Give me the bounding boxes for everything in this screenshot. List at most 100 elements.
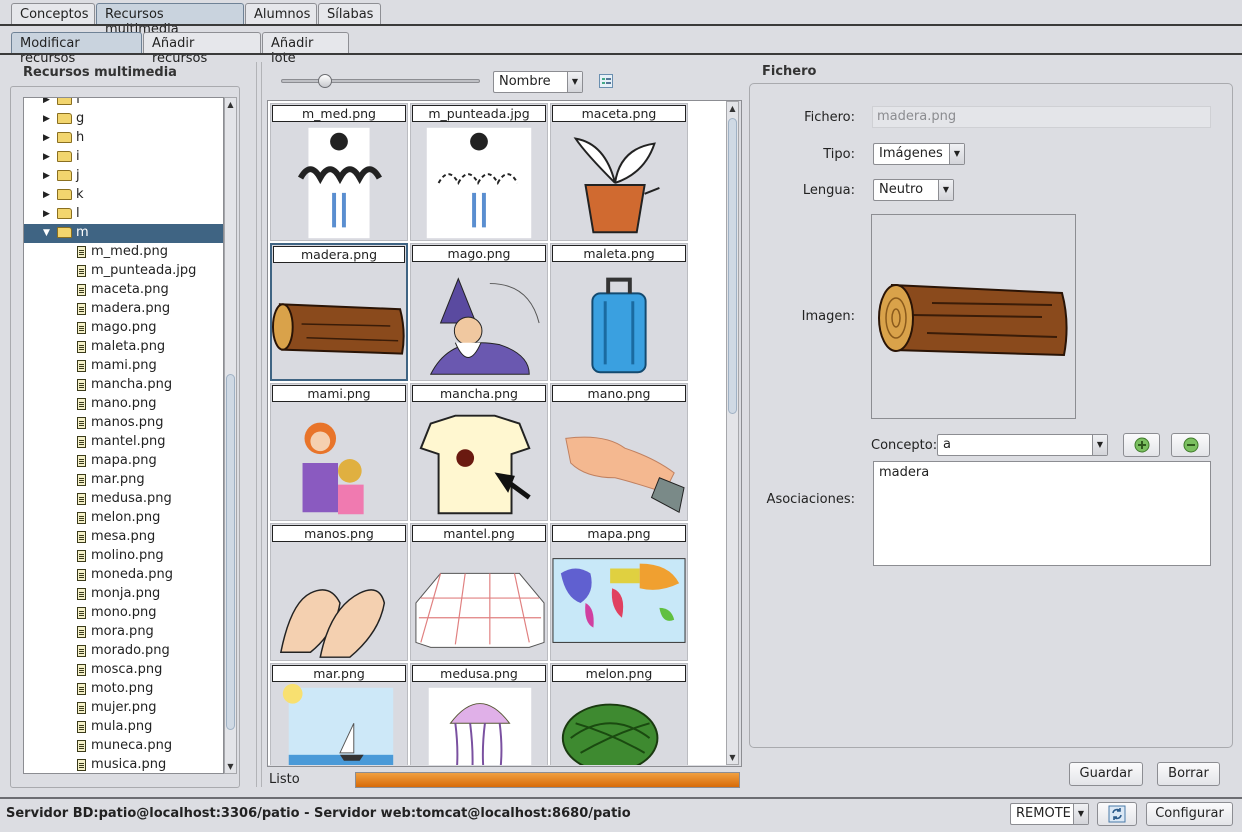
sort-select[interactable]: Nombre ▼ [493,71,583,93]
scroll-up-icon[interactable]: ▲ [727,102,738,115]
tree-file-label: musica.png [91,757,167,772]
tree-file[interactable]: mapa.png [24,452,223,471]
configurar-button[interactable]: Configurar [1146,802,1233,826]
plus-icon [1134,437,1149,453]
tree-file[interactable]: mora.png [24,623,223,642]
thumbnail-item[interactable]: medusa.png [410,663,548,765]
tree-file[interactable]: molino.png [24,547,223,566]
collapsed-arrow-icon[interactable]: ▶ [43,114,50,124]
tree-file[interactable]: morado.png [24,642,223,661]
thumbnail-item[interactable]: mago.png [410,243,548,381]
tree-file[interactable]: mosca.png [24,661,223,680]
collapsed-arrow-icon[interactable]: ▶ [43,209,50,219]
tab-anadir-lote[interactable]: Añadir lote [262,32,349,66]
concepto-select[interactable]: a ▼ [937,434,1108,456]
expanded-arrow-icon[interactable]: ▼ [43,228,50,238]
tree-folder-label: l [76,206,80,221]
collapsed-arrow-icon[interactable]: ▶ [43,133,50,143]
tree-file[interactable]: muneca.png [24,737,223,756]
tree-file[interactable]: mantel.png [24,433,223,452]
tree-file[interactable]: m_punteada.jpg [24,262,223,281]
tree-file[interactable]: madera.png [24,300,223,319]
tree-folder[interactable]: ▶ h [24,129,223,148]
tree-file[interactable]: mula.png [24,718,223,737]
collapsed-arrow-icon[interactable]: ▶ [43,98,50,105]
tree-file[interactable]: m_med.png [24,243,223,262]
collapsed-arrow-icon[interactable]: ▶ [43,152,50,162]
tree-folder[interactable]: ▼ m [24,224,223,243]
tree-folder[interactable]: ▶ l [24,205,223,224]
thumbnail-item[interactable]: mancha.png [410,383,548,521]
tab-recursos-multimedia[interactable]: Recursos multimedia [96,3,244,37]
tree-file[interactable]: musica.png [24,756,223,773]
scroll-down-icon[interactable]: ▼ [225,760,236,773]
thumbnail-item[interactable]: mantel.png [410,523,548,661]
tab-modificar-recursos[interactable]: Modificar recursos [11,32,142,66]
view-toggle-icon[interactable] [599,74,613,88]
thumbnail-item[interactable]: madera.png [270,243,408,381]
folder-icon [57,113,72,124]
thumbnail-image [551,123,687,240]
tree-folder[interactable]: ▶ f [24,98,223,110]
asociaciones-textarea[interactable]: madera [873,461,1211,566]
tree-file[interactable]: manos.png [24,414,223,433]
tree-scroll-thumb[interactable] [226,374,235,730]
zoom-slider-knob[interactable] [318,74,332,88]
tree-file[interactable]: medusa.png [24,490,223,509]
file-tree[interactable]: ▶ f ▶ g ▶ h ▶ i ▶ j ▶ k ▶ l ▼ m m_med.png m_punteada.jpg m… [23,97,224,774]
zoom-slider[interactable] [281,79,480,83]
tree-file[interactable]: monja.png [24,585,223,604]
thumbnail-item[interactable]: manos.png [270,523,408,661]
thumbnail-item[interactable]: m_punteada.jpg [410,103,548,241]
tab-alumnos[interactable]: Alumnos [245,3,317,25]
tree-file[interactable]: moneda.png [24,566,223,585]
tree-file[interactable]: melon.png [24,509,223,528]
scroll-down-icon[interactable]: ▼ [727,751,738,764]
borrar-button[interactable]: Borrar [1157,762,1220,786]
thumbnail-item[interactable]: mapa.png [550,523,688,661]
thumbnail-grid[interactable]: m_med.png m_punteada.jpg maceta.png madera.… [268,101,726,765]
tab-silabas[interactable]: Sílabas [318,3,381,25]
tree-file[interactable]: mesa.png [24,528,223,547]
tree-folder[interactable]: ▶ j [24,167,223,186]
tree-folder[interactable]: ▶ i [24,148,223,167]
remove-concept-button[interactable] [1171,433,1210,457]
scroll-up-icon[interactable]: ▲ [225,98,236,111]
thumbnail-item[interactable]: mami.png [270,383,408,521]
thumbnail-item[interactable]: m_med.png [270,103,408,241]
tree-file[interactable]: mano.png [24,395,223,414]
tree-scrollbar[interactable]: ▲ ▼ [224,97,237,774]
grid-scrollbar[interactable]: ▲ ▼ [726,101,739,765]
tree-file[interactable]: mono.png [24,604,223,623]
splitter[interactable] [256,62,262,787]
tree-file[interactable]: maceta.png [24,281,223,300]
tab-separator [0,24,1242,26]
tree-file[interactable]: moto.png [24,680,223,699]
collapsed-arrow-icon[interactable]: ▶ [43,171,50,181]
tree-file[interactable]: mami.png [24,357,223,376]
refresh-button[interactable] [1097,802,1137,826]
tree-file[interactable]: mago.png [24,319,223,338]
thumbnail-item[interactable]: maleta.png [550,243,688,381]
collapsed-arrow-icon[interactable]: ▶ [43,190,50,200]
grid-scroll-thumb[interactable] [728,118,737,414]
thumbnail-item[interactable]: mano.png [550,383,688,521]
add-concept-button[interactable] [1123,433,1160,457]
thumbnail-item[interactable]: mar.png [270,663,408,765]
mode-select[interactable]: REMOTE ▼ [1010,803,1089,825]
tree-file[interactable]: mujer.png [24,699,223,718]
thumbnail-item[interactable]: maceta.png [550,103,688,241]
tipo-select[interactable]: Imágenes ▼ [873,143,965,165]
tree-folder[interactable]: ▶ g [24,110,223,129]
thumbnail-item[interactable]: melon.png [550,663,688,765]
tree-file-label: mujer.png [91,700,157,715]
tab-anadir-recursos[interactable]: Añadir recursos [143,32,261,66]
tree-file[interactable]: mancha.png [24,376,223,395]
tree-folder[interactable]: ▶ k [24,186,223,205]
tree-file[interactable]: maleta.png [24,338,223,357]
thumbnail-image [271,123,407,240]
lengua-select[interactable]: Neutro ▼ [873,179,954,201]
tree-file[interactable]: mar.png [24,471,223,490]
guardar-button[interactable]: Guardar [1069,762,1143,786]
tab-conceptos[interactable]: Conceptos [11,3,95,25]
